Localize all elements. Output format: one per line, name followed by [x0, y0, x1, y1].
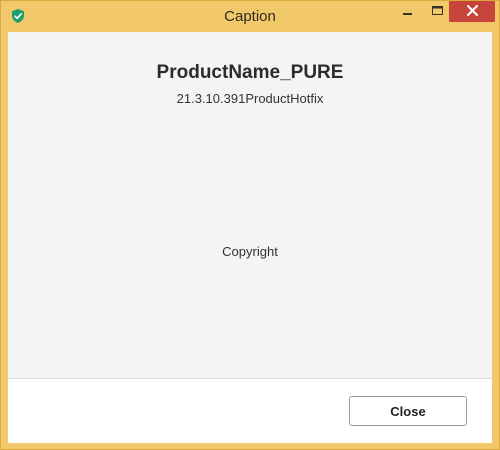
about-window: Caption ProductName_PURE 21.3.10.391Prod…	[0, 0, 500, 450]
minimize-button[interactable]	[394, 1, 422, 22]
maximize-button[interactable]	[423, 1, 451, 22]
minimize-icon	[403, 3, 413, 21]
product-name: ProductName_PURE	[156, 62, 344, 83]
about-content: ProductName_PURE 21.3.10.391ProductHotfi…	[8, 32, 492, 379]
close-icon	[466, 3, 478, 21]
close-button[interactable]: Close	[349, 396, 467, 426]
dialog-footer: Close	[8, 379, 492, 443]
copyright-label: Copyright	[222, 244, 278, 259]
title-bar[interactable]: Caption	[1, 1, 499, 32]
maximize-icon	[431, 3, 443, 21]
window-close-button[interactable]	[449, 1, 495, 22]
version-label: 21.3.10.391ProductHotfix	[176, 91, 324, 106]
dialog-body: ProductName_PURE 21.3.10.391ProductHotfi…	[8, 32, 492, 443]
